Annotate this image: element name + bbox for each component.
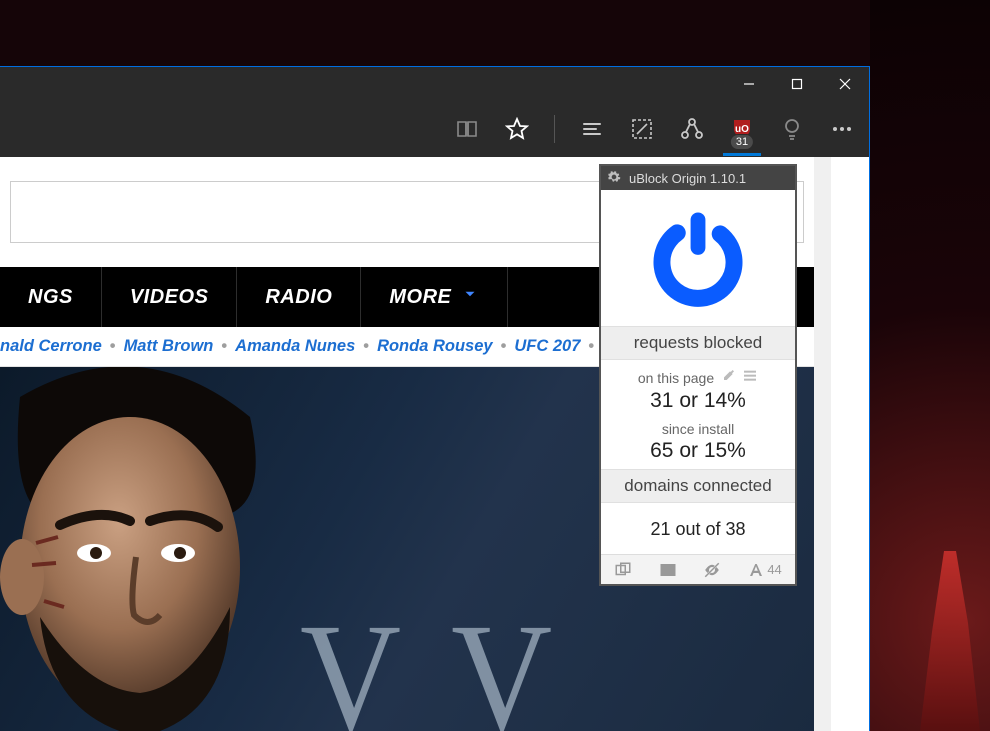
favorite-star-icon[interactable] xyxy=(504,116,530,142)
web-note-icon[interactable] xyxy=(629,116,655,142)
ublock-domains-value: 21 out of 38 xyxy=(601,519,795,540)
ublock-extension-icon[interactable]: uO 31 xyxy=(729,116,755,142)
ublock-install-stats: since install 65 or 15% xyxy=(601,419,795,469)
nav-item-more[interactable]: MORE xyxy=(361,267,508,327)
window-caption-bar xyxy=(0,67,869,101)
light-icon[interactable] xyxy=(779,116,805,142)
trending-link[interactable]: nald Cerrone xyxy=(0,337,102,356)
desktop-wallpaper xyxy=(870,0,990,731)
ublock-page-label-row: on this page xyxy=(601,368,795,387)
nav-item[interactable]: NGS xyxy=(0,267,102,327)
close-button[interactable] xyxy=(821,67,869,101)
hero-person xyxy=(0,367,290,731)
separator-dot: • xyxy=(355,337,377,356)
nav-label: VIDEOS xyxy=(130,286,209,309)
wallpaper-figure xyxy=(920,551,980,731)
ublock-install-label: since install xyxy=(662,421,734,437)
minimize-button[interactable] xyxy=(725,67,773,101)
share-icon[interactable] xyxy=(679,116,705,142)
ublock-power-button[interactable] xyxy=(601,190,795,326)
list-icon[interactable] xyxy=(742,368,758,387)
ublock-page-value: 31 or 14% xyxy=(601,389,795,413)
nav-label: MORE xyxy=(389,286,451,309)
ublock-title: uBlock Origin 1.10.1 xyxy=(629,171,746,186)
reading-view-icon[interactable] xyxy=(454,116,480,142)
fonts-icon[interactable]: 44 xyxy=(747,561,781,579)
ublock-popup: uBlock Origin 1.10.1 requests blocked on… xyxy=(599,164,797,586)
ublock-domains-stats: 21 out of 38 xyxy=(601,503,795,554)
scrollbar-track[interactable] xyxy=(814,157,831,731)
eyedropper-icon[interactable] xyxy=(720,368,736,387)
trending-link[interactable]: Amanda Nunes xyxy=(235,337,355,356)
ublock-page-label: on this page xyxy=(638,370,714,386)
ublock-domains-header: domains connected xyxy=(601,469,795,503)
page-scrollbar-gutter xyxy=(814,157,869,731)
chevron-down-icon xyxy=(461,285,479,309)
hub-icon[interactable] xyxy=(579,116,605,142)
trending-link[interactable]: UFC 207 xyxy=(514,337,580,356)
nav-label: NGS xyxy=(28,286,73,309)
nav-item[interactable]: VIDEOS xyxy=(102,267,238,327)
ublock-titlebar: uBlock Origin 1.10.1 xyxy=(601,166,795,190)
separator-dot: • xyxy=(213,337,235,356)
trending-link[interactable]: Matt Brown xyxy=(124,337,214,356)
nav-item[interactable]: RADIO xyxy=(237,267,361,327)
more-icon[interactable] xyxy=(829,116,855,142)
ublock-bottom-toolbar: 44 xyxy=(601,554,795,584)
maximize-button[interactable] xyxy=(773,67,821,101)
nav-label: RADIO xyxy=(265,286,332,309)
trending-link[interactable]: Ronda Rousey xyxy=(377,337,493,356)
separator-dot: • xyxy=(493,337,515,356)
fonts-count: 44 xyxy=(767,562,781,577)
browser-toolbar: uO 31 xyxy=(0,101,869,157)
popups-icon[interactable] xyxy=(614,561,632,579)
ublock-install-value: 65 or 15% xyxy=(601,439,795,463)
hero-overlay-text: VV xyxy=(300,597,592,731)
separator-dot: • xyxy=(102,337,124,356)
ublock-requests-header: requests blocked xyxy=(601,326,795,360)
cosmetic-icon[interactable] xyxy=(703,561,721,579)
ublock-badge-count: 31 xyxy=(730,134,754,150)
toolbar-separator xyxy=(554,115,555,143)
media-icon[interactable] xyxy=(659,561,677,579)
ublock-page-stats: on this page 31 or 14% xyxy=(601,360,795,419)
gear-icon[interactable] xyxy=(607,170,621,187)
